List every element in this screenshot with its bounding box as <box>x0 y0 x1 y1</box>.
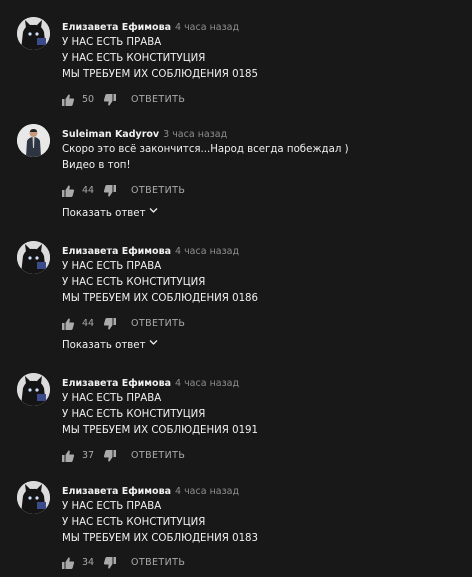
thumbs-up-icon[interactable] <box>60 316 76 332</box>
comment-text-line: Видео в топ! <box>62 159 131 171</box>
comment-header: Suleiman Kadyrov 3 часа назад <box>62 124 227 140</box>
thumbs-down-icon[interactable] <box>102 92 118 108</box>
comment-author[interactable]: Елизавета Ефимова <box>62 378 171 389</box>
show-replies-label: Показать ответ <box>62 340 146 351</box>
comment-actions: 44 ОТВЕТИТЬ <box>60 315 185 331</box>
comment-text-line: МЫ ТРЕБУЕМ ИХ СОБЛЮДЕНИЯ 0183 <box>62 532 259 544</box>
comment-timestamp[interactable]: 4 часа назад <box>175 486 239 497</box>
comment-author[interactable]: Елизавета Ефимова <box>62 486 171 497</box>
thumbs-up-icon[interactable] <box>60 448 76 464</box>
reply-button[interactable]: ОТВЕТИТЬ <box>131 555 185 571</box>
comment-text-line: МЫ ТРЕБУЕМ ИХ СОБЛЮДЕНИЯ 0185 <box>62 68 259 80</box>
comment-text-line: У НАС ЕСТЬ КОНСТИТУЦИЯ <box>62 276 206 288</box>
like-count: 37 <box>82 449 95 461</box>
reply-button[interactable]: ОТВЕТИТЬ <box>131 448 185 464</box>
like-count: 44 <box>82 317 95 329</box>
chevron-down-icon <box>149 205 158 221</box>
comment-header: Елизавета Ефимова 4 часа назад <box>62 17 239 33</box>
show-replies-button[interactable]: Показать ответ <box>62 337 158 353</box>
person-photo-avatar-icon[interactable] <box>17 124 50 157</box>
show-replies-button[interactable]: Показать ответ <box>62 205 158 221</box>
like-count: 50 <box>82 93 95 105</box>
comment-author[interactable]: Suleiman Kadyrov <box>62 129 159 140</box>
thumbs-up-icon[interactable] <box>60 183 76 199</box>
thumbs-down-icon[interactable] <box>102 183 118 199</box>
comment-text-line: МЫ ТРЕБУЕМ ИХ СОБЛЮДЕНИЯ 0186 <box>62 292 259 304</box>
chevron-down-icon <box>149 337 158 353</box>
comment-actions: 44 ОТВЕТИТЬ <box>60 182 185 198</box>
reply-button[interactable]: ОТВЕТИТЬ <box>131 92 185 108</box>
reply-button[interactable]: ОТВЕТИТЬ <box>131 316 185 332</box>
comment-text-line: МЫ ТРЕБУЕМ ИХ СОБЛЮДЕНИЯ 0191 <box>62 424 259 436</box>
thumbs-down-icon[interactable] <box>102 316 118 332</box>
comment-text: У НАС ЕСТЬ ПРАВА У НАС ЕСТЬ КОНСТИТУЦИЯ … <box>62 499 258 546</box>
comment-timestamp[interactable]: 4 часа назад <box>175 378 239 389</box>
thumbs-down-icon[interactable] <box>102 448 118 464</box>
black-cat-avatar-icon[interactable] <box>17 481 50 514</box>
comment-text-line: У НАС ЕСТЬ КОНСТИТУЦИЯ <box>62 516 206 528</box>
thumbs-up-icon[interactable] <box>60 92 76 108</box>
comment-text: У НАС ЕСТЬ ПРАВА У НАС ЕСТЬ КОНСТИТУЦИЯ … <box>62 391 258 438</box>
comment-actions: 37 ОТВЕТИТЬ <box>60 447 185 463</box>
comment-text: У НАС ЕСТЬ ПРАВА У НАС ЕСТЬ КОНСТИТУЦИЯ … <box>62 35 258 82</box>
comment-text-line: У НАС ЕСТЬ ПРАВА <box>62 393 162 404</box>
black-cat-avatar-icon[interactable] <box>17 241 50 274</box>
show-replies-label: Показать ответ <box>62 208 146 219</box>
like-count: 34 <box>82 556 95 568</box>
comment-author[interactable]: Елизавета Ефимова <box>62 22 171 33</box>
comment-header: Елизавета Ефимова 4 часа назад <box>62 241 239 257</box>
comment-text: У НАС ЕСТЬ ПРАВА У НАС ЕСТЬ КОНСТИТУЦИЯ … <box>62 259 258 306</box>
comment-timestamp[interactable]: 4 часа назад <box>175 22 239 33</box>
reply-button[interactable]: ОТВЕТИТЬ <box>131 183 185 199</box>
comment-text-line: У НАС ЕСТЬ КОНСТИТУЦИЯ <box>62 52 206 64</box>
comment-text-line: У НАС ЕСТЬ ПРАВА <box>62 37 162 48</box>
thumbs-up-icon[interactable] <box>60 555 76 571</box>
comment-actions: 50 ОТВЕТИТЬ <box>60 91 185 107</box>
comment-text-line: Скоро это всё закончится...Народ всегда … <box>62 144 349 155</box>
black-cat-avatar-icon[interactable] <box>17 17 50 50</box>
comment-header: Елизавета Ефимова 4 часа назад <box>62 373 239 389</box>
thumbs-down-icon[interactable] <box>102 555 118 571</box>
comment-text-line: У НАС ЕСТЬ ПРАВА <box>62 501 162 512</box>
comment-timestamp[interactable]: 3 часа назад <box>163 129 227 140</box>
like-count: 44 <box>82 184 95 196</box>
comment-author[interactable]: Елизавета Ефимова <box>62 246 171 257</box>
comment-actions: 34 ОТВЕТИТЬ <box>60 554 185 570</box>
comment-header: Елизавета Ефимова 4 часа назад <box>62 481 239 497</box>
comment-text-line: У НАС ЕСТЬ КОНСТИТУЦИЯ <box>62 408 206 420</box>
comment-timestamp[interactable]: 4 часа назад <box>175 246 239 257</box>
comment-text-line: У НАС ЕСТЬ ПРАВА <box>62 261 162 272</box>
comment-text: Скоро это всё закончится...Народ всегда … <box>62 142 349 174</box>
black-cat-avatar-icon[interactable] <box>17 373 50 406</box>
